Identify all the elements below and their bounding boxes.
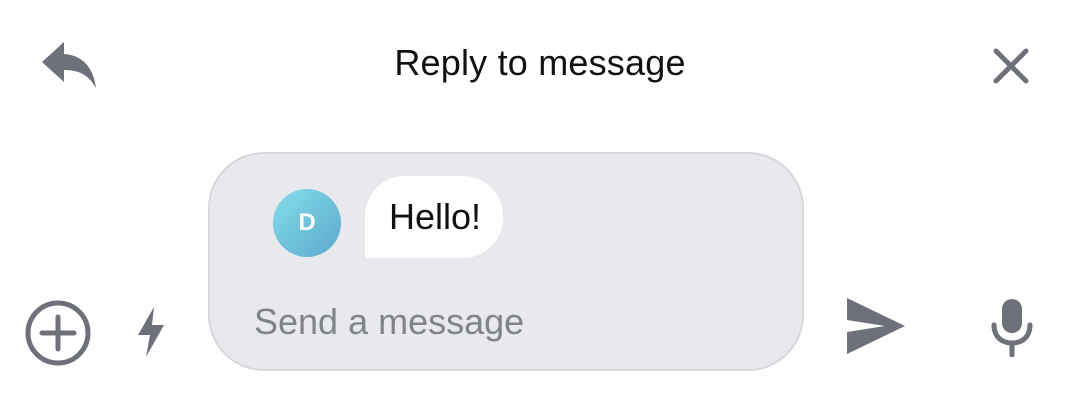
page-title: Reply to message: [394, 42, 686, 83]
add-circle-icon[interactable]: [24, 299, 92, 367]
message-input[interactable]: [254, 294, 774, 350]
dialog-header: Reply to message: [0, 0, 1080, 132]
send-icon[interactable]: [845, 296, 907, 356]
lightning-bolt-icon[interactable]: [134, 305, 168, 359]
quoted-message-bubble: Hello!: [365, 176, 504, 258]
avatar: D: [273, 189, 341, 257]
close-icon[interactable]: [990, 45, 1032, 87]
compose-box: D Hello!: [208, 152, 804, 371]
microphone-icon[interactable]: [988, 297, 1036, 358]
quoted-message-text: Hello!: [389, 196, 482, 237]
